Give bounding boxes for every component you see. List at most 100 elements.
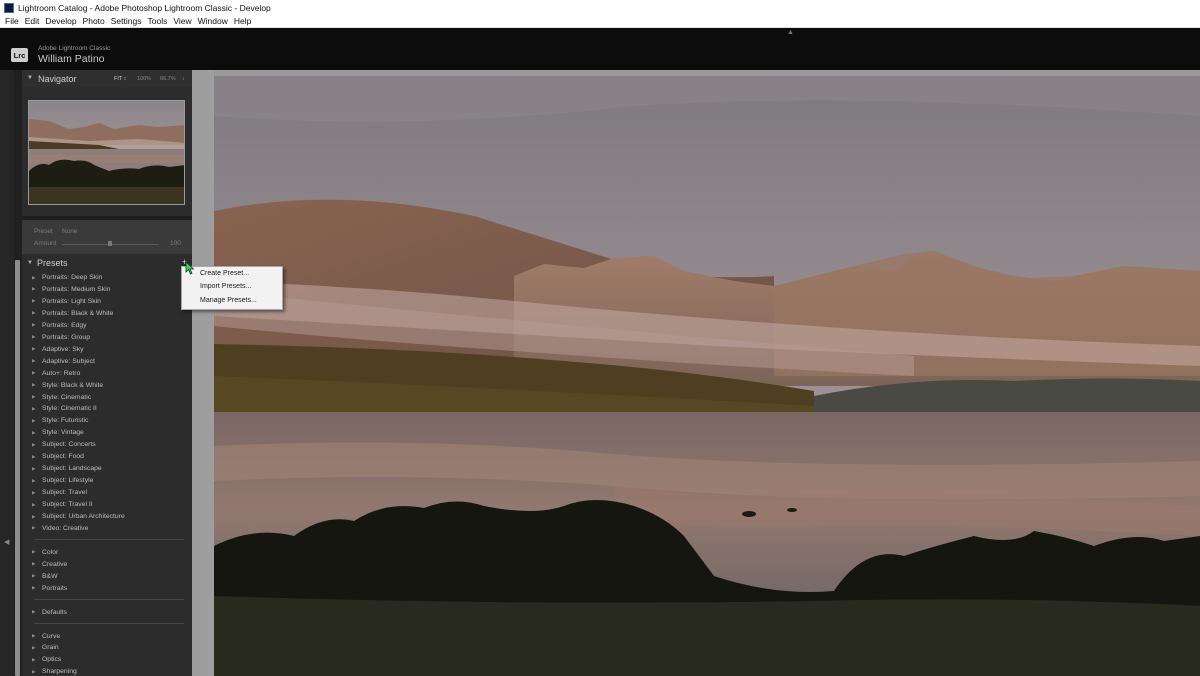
window-titlebar: Lightroom Catalog - Adobe Photoshop Ligh… [0, 0, 1200, 15]
create-preset-menu-item[interactable]: Create Preset... [200, 270, 249, 277]
triangle-down-icon[interactable]: ▼ [27, 260, 33, 266]
preset-group-item[interactable]: ▶ Subject: Urban Architecture [32, 511, 125, 522]
navigator-preview[interactable] [28, 100, 185, 205]
triangle-right-icon: ▶ [32, 322, 36, 328]
menu-view[interactable]: View [173, 16, 191, 26]
preset-group-item[interactable]: ▶ Grain [32, 642, 59, 653]
preset-group-label: Style: Futuristic [42, 417, 89, 425]
preset-group-item[interactable]: ▶ Style: Futuristic [32, 415, 88, 426]
preset-group-item[interactable]: ▶ Video: Creative [32, 523, 88, 534]
preset-group-item[interactable]: ▶ Portraits: Deep Skin [32, 272, 102, 283]
preset-group-item[interactable]: ▶ Portraits: Group [32, 332, 90, 343]
preset-group-label: Auto+: Retro [42, 369, 81, 377]
preset-group-item[interactable]: ▶ Subject: Travel II [32, 499, 93, 510]
left-panel-edge[interactable]: ◀ [0, 70, 14, 676]
triangle-right-icon: ▶ [32, 298, 36, 304]
zoom-100[interactable]: 100% [137, 76, 151, 82]
preset-group-item[interactable]: ▶ B&W [32, 571, 57, 582]
triangle-right-icon: ▶ [32, 489, 36, 495]
preset-group-label: Portraits: Deep Skin [42, 274, 103, 281]
preset-group-label: Portraits: Group [42, 333, 90, 341]
preset-group-item[interactable]: ▶ Subject: Food [32, 451, 84, 462]
main-photo[interactable] [214, 76, 1200, 676]
triangle-right-icon: ▶ [32, 465, 36, 471]
preset-group-item[interactable]: ▶ Adaptive: Subject [32, 356, 95, 367]
preset-group-label: Portraits: Black & White [42, 309, 114, 317]
triangle-right-icon: ▶ [32, 405, 36, 411]
zoom-66[interactable]: 66.7% [160, 76, 176, 82]
preset-group-label: Style: Cinematic II [42, 405, 97, 413]
menu-help[interactable]: Help [234, 16, 251, 26]
arrow-cursor-icon [185, 261, 195, 275]
user-name: William Patino [38, 53, 105, 65]
amount-slider-knob[interactable] [108, 241, 112, 246]
triangle-right-icon: ▶ [32, 370, 36, 376]
preset-group-item[interactable]: ▶ Creative [32, 559, 67, 570]
preset-group-label: Grain [42, 644, 59, 652]
preset-group-label: Subject: Travel II [42, 501, 93, 509]
triangle-right-icon: ▶ [32, 358, 36, 364]
triangle-down-icon[interactable]: ▼ [27, 75, 33, 81]
preset-group-item[interactable]: ▶ Defaults [32, 607, 67, 618]
product-name: Adobe Lightroom Classic [38, 45, 111, 52]
navigator-header[interactable]: ▼ Navigator FIT ↕ 100% 66.7% ↕ [22, 70, 192, 87]
preset-group-item[interactable]: ▶ Portraits: Light Skin [32, 296, 101, 307]
preset-amount-row: Preset None Amount 100 [22, 220, 192, 254]
triangle-right-icon: ▶ [32, 274, 36, 280]
triangle-right-icon: ▶ [32, 668, 36, 674]
scrollbar-thumb[interactable] [15, 260, 20, 676]
presets-group-divider [34, 538, 184, 540]
triangle-right-icon: ▶ [32, 429, 36, 435]
preset-group-label: Curve [42, 632, 61, 640]
zoom-fit[interactable]: FIT ↕ [114, 76, 126, 82]
preset-group-item[interactable]: ▶ Color [32, 547, 58, 558]
preset-group-item[interactable]: ▶ Style: Vintage [32, 427, 84, 438]
preset-group-item[interactable]: ▶ Style: Cinematic [32, 392, 91, 403]
preset-group-item[interactable]: ▶ Sharpening [32, 666, 77, 676]
preset-group-item[interactable]: ▶ Adaptive: Sky [32, 344, 84, 355]
preset-group-item[interactable]: ▶ Subject: Travel [32, 487, 87, 498]
preset-group-label: Optics [42, 656, 62, 664]
collapse-left-panel-icon[interactable]: ◀ [4, 538, 9, 546]
triangle-right-icon: ▶ [32, 441, 36, 447]
preset-group-item[interactable]: ▶ Subject: Landscape [32, 463, 102, 474]
triangle-right-icon: ▶ [32, 573, 36, 579]
triangle-right-icon: ▶ [32, 633, 36, 638]
menu-develop[interactable]: Develop [45, 16, 76, 26]
triangle-right-icon: ▶ [32, 286, 36, 292]
preset-group-label: Portraits [42, 584, 68, 592]
lrc-logo: Lrc [11, 48, 28, 62]
menu-edit[interactable]: Edit [25, 16, 40, 26]
menu-window[interactable]: Window [198, 16, 228, 26]
preset-group-item[interactable]: ▶ Style: Black & White [32, 380, 103, 391]
presets-header[interactable]: ▼ Presets + [22, 256, 192, 271]
preset-group-item[interactable]: ▶ Auto+: Retro [32, 368, 80, 379]
preset-group-item[interactable]: ▶ Subject: Lifestyle [32, 475, 93, 486]
preset-group-label: Portraits: Light Skin [42, 297, 101, 305]
preset-group-item[interactable]: ▶ Portraits [32, 583, 67, 594]
preset-group-label: Style: Black & White [42, 381, 104, 389]
amount-label: Amount [34, 240, 57, 247]
import-presets-menu-item[interactable]: Import Presets... [200, 283, 251, 290]
preset-group-item[interactable]: ▶ Curve [32, 631, 60, 642]
zoom-more[interactable]: ↕ [182, 76, 185, 82]
menu-tools[interactable]: Tools [147, 16, 167, 26]
menu-file[interactable]: File [5, 16, 19, 26]
preset-group-item[interactable]: ▶ Portraits: Medium Skin [32, 284, 110, 295]
triangle-right-icon: ▶ [32, 609, 36, 615]
preset-group-item[interactable]: ▶ Optics [32, 654, 61, 665]
menu-photo[interactable]: Photo [83, 16, 105, 26]
preset-group-item[interactable]: ▶ Portraits: Edgy [32, 320, 87, 331]
left-panel-scrollbar[interactable] [14, 70, 22, 676]
preset-group-item[interactable]: ▶ Subject: Concerts [32, 439, 96, 450]
preset-group-label: Adaptive: Sky [42, 345, 84, 353]
preset-group-item[interactable]: ▶ Portraits: Black & White [32, 308, 113, 319]
preset-group-item[interactable]: ▶ Style: Cinematic II [32, 403, 97, 414]
menu-settings[interactable]: Settings [111, 16, 142, 26]
top-panel-toggle-icon[interactable]: ▲ [787, 29, 794, 36]
triangle-right-icon: ▶ [32, 501, 36, 507]
center-left-margin [192, 70, 214, 676]
window-title: Lightroom Catalog - Adobe Photoshop Ligh… [18, 2, 271, 13]
manage-presets-menu-item[interactable]: Manage Presets... [200, 297, 257, 304]
preset-group-label: Adaptive: Subject [42, 357, 95, 365]
